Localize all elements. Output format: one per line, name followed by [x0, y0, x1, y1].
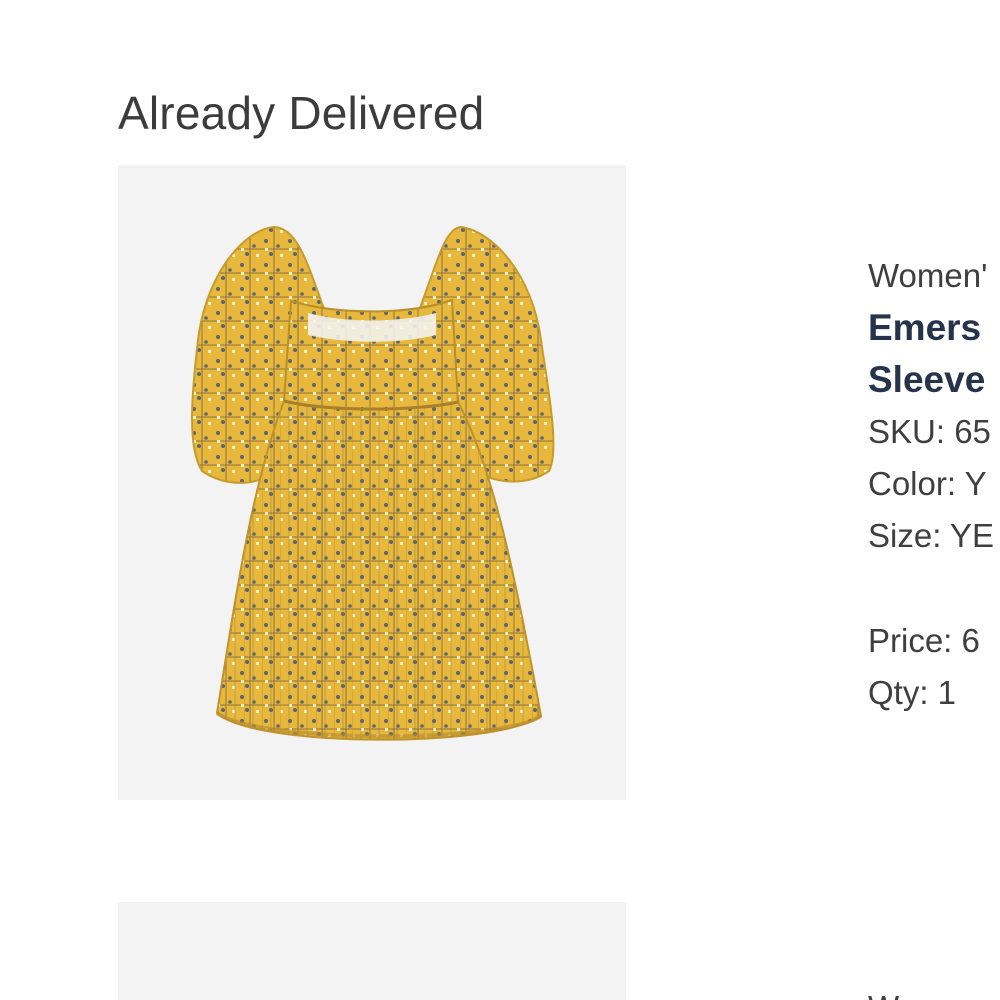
item-name-line-2[interactable]: Sleeve: [868, 354, 1000, 406]
item-details: Women' Emers Sleeve SKU: 65 Color: Y Siz…: [868, 250, 1000, 719]
item-sku: SKU: 65: [868, 413, 991, 450]
item-price: Price: 6: [868, 622, 980, 659]
details-spacer: [868, 562, 1000, 615]
item-size: Size: YE: [868, 517, 994, 554]
order-status-page: Already Delivered Women' Emers Sleeve SK…: [0, 0, 1000, 1000]
product-image-next[interactable]: [118, 902, 626, 1000]
next-item-category: W: [868, 982, 1000, 1000]
next-item-details: W: [868, 982, 1000, 1000]
product-image: [118, 902, 626, 1000]
product-image-dress[interactable]: [118, 165, 626, 800]
item-name-line-1[interactable]: Emers: [868, 302, 1000, 354]
item-category: Women': [868, 257, 988, 294]
item-quantity: Qty: 1: [868, 674, 957, 711]
section-title: Already Delivered: [118, 87, 485, 139]
item-color: Color: Y: [868, 465, 987, 502]
yellow-printed-dress-image: [118, 165, 626, 800]
